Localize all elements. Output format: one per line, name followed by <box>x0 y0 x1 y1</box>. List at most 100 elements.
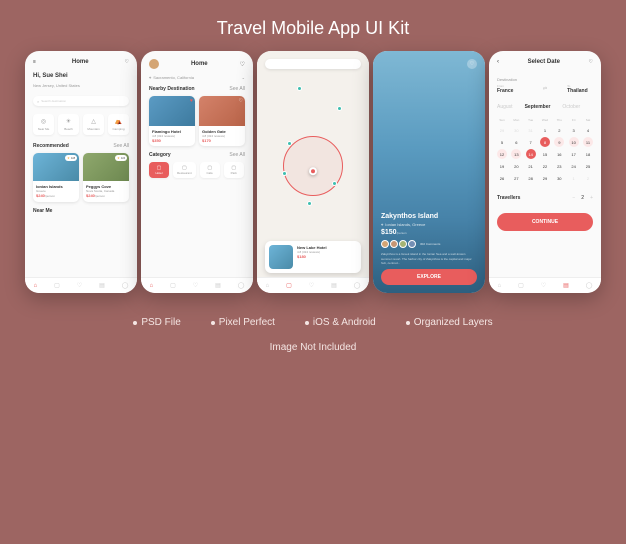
cal-day[interactable]: 11 <box>583 137 593 147</box>
cat-beach[interactable]: ☀Beach <box>58 114 79 135</box>
month-october[interactable]: October <box>562 104 580 110</box>
cal-day[interactable]: 29 <box>540 173 550 183</box>
favorite-button[interactable]: ♡ <box>467 59 477 69</box>
nav-calendar-icon[interactable]: ▤ <box>99 282 105 289</box>
dest-card-2[interactable]: ♡ Golden Gate4.8 (324 reviews)$170 <box>199 96 245 146</box>
month-august[interactable]: August <box>497 104 513 110</box>
commenters-row[interactable]: 302 Comments <box>381 240 477 248</box>
see-all-link[interactable]: See All <box>113 143 129 149</box>
poi-dot[interactable] <box>282 171 287 176</box>
cal-day[interactable]: 19 <box>497 161 507 171</box>
explore-button[interactable]: EXPLORE <box>381 269 477 285</box>
cal-day[interactable]: 28 <box>526 173 536 183</box>
nav-heart-icon[interactable]: ♡ <box>193 282 198 289</box>
nav-calendar-icon[interactable]: ▤ <box>331 282 337 289</box>
cat-camping[interactable]: ⛺Camping <box>108 114 129 135</box>
cal-day[interactable]: 17 <box>569 149 579 159</box>
location-row[interactable]: ⌖Sacramento, California⌄ <box>141 73 253 82</box>
cal-day[interactable]: 29 <box>497 125 507 135</box>
search-input[interactable]: ⌕ Search destination <box>33 96 129 106</box>
cal-day[interactable]: 20 <box>511 161 521 171</box>
cal-day[interactable]: 13 <box>511 149 521 159</box>
cal-day[interactable]: 10 <box>569 137 579 147</box>
avatar[interactable] <box>149 59 159 69</box>
see-all-link[interactable]: See All <box>229 86 245 92</box>
nav-map-icon[interactable]: ▢ <box>518 282 524 289</box>
cal-day[interactable]: 7 <box>526 137 536 147</box>
cal-day[interactable]: 2 <box>583 173 593 183</box>
cal-day[interactable]: 27 <box>511 173 521 183</box>
nav-heart-icon[interactable]: ♡ <box>77 282 82 289</box>
nav-home-icon[interactable]: ⌂ <box>33 283 37 289</box>
heart-icon[interactable]: ♥ <box>190 98 193 104</box>
cal-day[interactable]: 21 <box>526 161 536 171</box>
poi-dot[interactable] <box>332 181 337 186</box>
cal-day[interactable]: 31 <box>526 125 536 135</box>
minus-button[interactable]: − <box>572 195 575 201</box>
cat-mountain[interactable]: △Mountain <box>83 114 104 135</box>
see-all-link[interactable]: See All <box>229 152 245 158</box>
cal-day[interactable]: 1 <box>540 125 550 135</box>
swap-icon[interactable]: ⇄ <box>543 86 547 92</box>
nav-map-icon[interactable]: ▢ <box>170 282 176 289</box>
cal-day[interactable]: 12 <box>497 149 507 159</box>
cal-day[interactable]: 15 <box>540 149 550 159</box>
nav-home-icon[interactable]: ⌂ <box>497 283 501 289</box>
poi-dot[interactable] <box>307 201 312 206</box>
cal-day[interactable]: 1 <box>569 173 579 183</box>
nav-profile-icon[interactable]: ◯ <box>238 282 245 289</box>
map-canvas[interactable]: New Lake Hotel4.8 (324 reviews)$180 <box>257 51 369 293</box>
cat-park[interactable]: ▢Park <box>224 162 244 178</box>
cal-day[interactable]: 2 <box>554 125 564 135</box>
nav-heart-icon[interactable]: ♡ <box>309 282 314 289</box>
nav-profile-icon[interactable]: ◯ <box>122 282 129 289</box>
recommended-card-2[interactable]: ★4.6 Peggys CoveNova Scotia, Canada$240/… <box>83 153 129 202</box>
map-result-card[interactable]: New Lake Hotel4.8 (324 reviews)$180 <box>265 241 361 273</box>
nav-calendar-icon[interactable]: ▤ <box>563 282 569 289</box>
cat-restaurant[interactable]: ▢Restaurant <box>173 162 196 178</box>
nav-profile-icon[interactable]: ◯ <box>586 282 593 289</box>
cal-day[interactable]: 30 <box>511 125 521 135</box>
nav-home-icon[interactable]: ⌂ <box>149 283 153 289</box>
bell-icon[interactable]: ♡ <box>240 61 245 68</box>
nav-heart-icon[interactable]: ♡ <box>541 282 546 289</box>
poi-dot[interactable] <box>297 86 302 91</box>
cal-day[interactable]: 26 <box>497 173 507 183</box>
cal-day[interactable]: 25 <box>583 161 593 171</box>
recommended-card-1[interactable]: ★4.8 Ionian IslandsGreece$240/person <box>33 153 79 202</box>
dest-card-1[interactable]: ♥ Flamingo Hotel4.8 (324 reviews)$350 <box>149 96 195 146</box>
heart-icon[interactable]: ♡ <box>589 59 593 65</box>
cal-day[interactable]: 5 <box>497 137 507 147</box>
nav-map-icon[interactable]: ▢ <box>286 282 292 289</box>
bell-icon[interactable]: ♡ <box>125 59 129 65</box>
cal-day[interactable]: 18 <box>583 149 593 159</box>
nav-calendar-icon[interactable]: ▤ <box>215 282 221 289</box>
cat-cafe[interactable]: ▢Cafe <box>200 162 220 178</box>
cal-day-selected[interactable]: 8 <box>540 137 550 147</box>
cat-near-me[interactable]: ◎Near Me <box>33 114 54 135</box>
cal-day[interactable]: 16 <box>554 149 564 159</box>
cal-day[interactable]: 23 <box>554 161 564 171</box>
cal-day[interactable]: 30 <box>554 173 564 183</box>
poi-dot[interactable] <box>337 106 342 111</box>
month-september[interactable]: September <box>525 104 551 110</box>
cal-day-selected[interactable]: 14 <box>526 149 536 159</box>
poi-dot[interactable] <box>287 141 292 146</box>
from-field[interactable]: FromFrance <box>497 84 523 94</box>
cal-day[interactable]: 6 <box>511 137 521 147</box>
continue-button[interactable]: CONTINUE <box>497 213 593 231</box>
cal-day[interactable]: 4 <box>583 125 593 135</box>
map-search-input[interactable] <box>265 59 361 69</box>
to-field[interactable]: ToThailand <box>567 84 593 94</box>
menu-icon[interactable]: ≡ <box>33 59 36 65</box>
cal-day[interactable]: 24 <box>569 161 579 171</box>
back-icon[interactable]: ‹ <box>497 59 499 65</box>
cat-hotel[interactable]: ▢Hotel <box>149 162 169 178</box>
nav-home-icon[interactable]: ⌂ <box>265 283 269 289</box>
heart-icon[interactable]: ♡ <box>239 98 243 104</box>
nav-map-icon[interactable]: ▢ <box>54 282 60 289</box>
cal-day[interactable]: 22 <box>540 161 550 171</box>
cal-day[interactable]: 9 <box>554 137 564 147</box>
cal-day[interactable]: 3 <box>569 125 579 135</box>
plus-button[interactable]: + <box>590 195 593 201</box>
